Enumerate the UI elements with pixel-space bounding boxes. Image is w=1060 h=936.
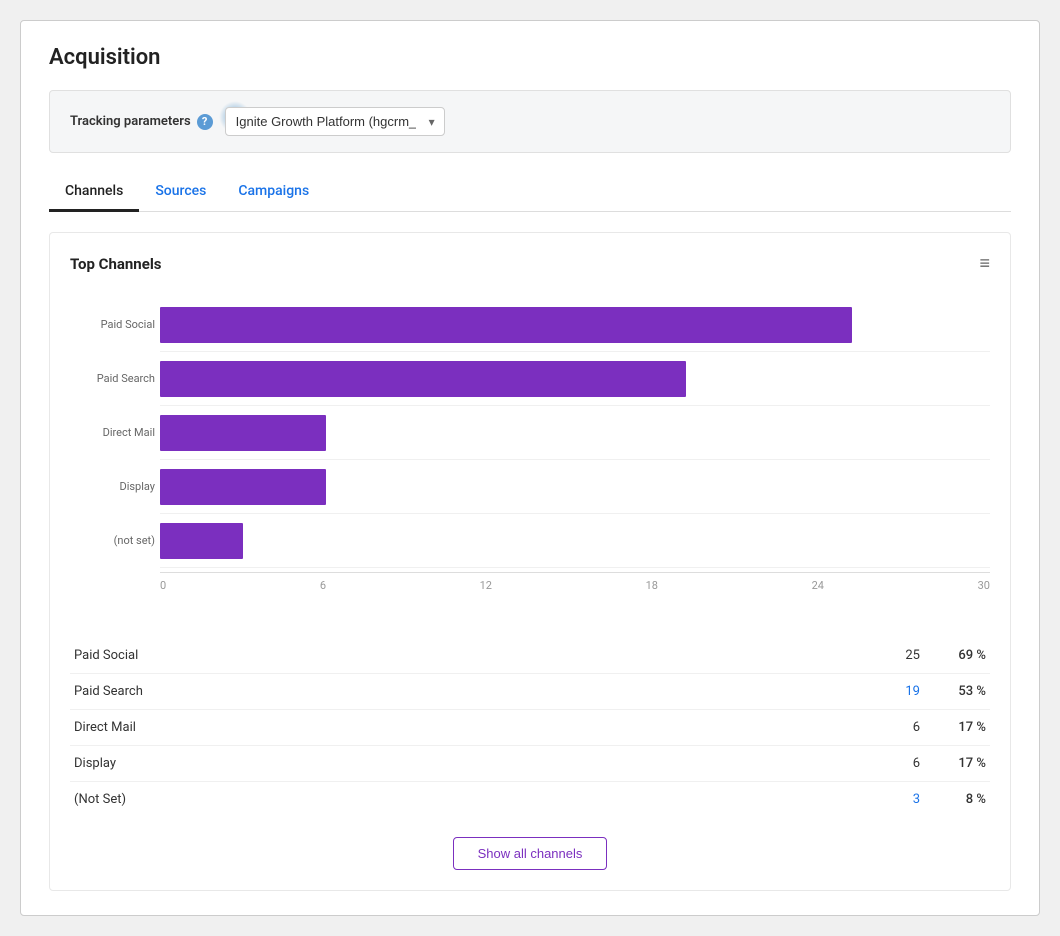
row-pct: 17 % — [936, 720, 986, 735]
row-pct: 17 % — [936, 756, 986, 771]
row-name: (Not Set) — [74, 792, 860, 807]
x-axis-label: 24 — [812, 579, 824, 592]
bar-fill — [160, 469, 326, 505]
bar-row: Paid Social — [160, 298, 990, 352]
x-axis-label: 0 — [160, 579, 166, 592]
dropdown-wrapper: Ignite Growth Platform (hgcrm_) — [225, 107, 445, 136]
bar-fill — [160, 523, 243, 559]
bar-row: Paid Search — [160, 352, 990, 406]
data-table: Paid Social 25 69 % Paid Search 19 53 % … — [70, 638, 990, 817]
chart-title: Top Channels — [70, 255, 162, 273]
bar-track — [160, 307, 990, 343]
bar-label: Display — [70, 480, 155, 493]
x-axis-label: 18 — [646, 579, 658, 592]
bar-fill — [160, 415, 326, 451]
bar-fill — [160, 307, 852, 343]
tracking-label-text: Tracking parameters — [70, 114, 191, 129]
table-row: Display 6 17 % — [70, 746, 990, 782]
tabs-bar: Channels Sources Campaigns — [49, 173, 1011, 212]
page-title: Acquisition — [49, 45, 1011, 70]
bar-chart: Paid Social Paid Search Direct Mail Disp… — [70, 298, 990, 622]
x-axis-label: 12 — [480, 579, 492, 592]
tracking-label: Tracking parameters ? — [70, 114, 213, 130]
bar-label: (not set) — [70, 534, 155, 547]
chart-header: Top Channels ≡ — [70, 253, 990, 274]
x-axis-label: 6 — [320, 579, 326, 592]
row-pct: 53 % — [936, 684, 986, 699]
bar-label: Paid Social — [70, 318, 155, 331]
row-name: Paid Social — [74, 648, 860, 663]
bar-fill — [160, 361, 686, 397]
tracking-dropdown[interactable]: Ignite Growth Platform (hgcrm_) — [225, 107, 445, 136]
bar-track — [160, 415, 990, 451]
tab-channels[interactable]: Channels — [49, 173, 139, 212]
bar-label: Direct Mail — [70, 426, 155, 439]
bar-track — [160, 361, 990, 397]
table-row: Paid Social 25 69 % — [70, 638, 990, 674]
x-axis: 0 6 12 18 24 30 — [160, 572, 990, 592]
row-count: 25 — [860, 648, 920, 663]
bar-track — [160, 523, 990, 559]
table-row: Paid Search 19 53 % — [70, 674, 990, 710]
bar-row: Display — [160, 460, 990, 514]
row-name: Direct Mail — [74, 720, 860, 735]
table-row: (Not Set) 3 8 % — [70, 782, 990, 817]
chart-section: Top Channels ≡ Paid Social Paid Search D… — [49, 232, 1011, 891]
bar-row: Direct Mail — [160, 406, 990, 460]
row-count: 3 — [860, 792, 920, 807]
show-all-button[interactable]: Show all channels — [453, 837, 608, 870]
table-row: Direct Mail 6 17 % — [70, 710, 990, 746]
row-count: 19 — [860, 684, 920, 699]
row-count: 6 — [860, 720, 920, 735]
menu-icon[interactable]: ≡ — [979, 253, 990, 274]
bar-label: Paid Search — [70, 372, 155, 385]
bar-row: (not set) — [160, 514, 990, 568]
help-icon[interactable]: ? — [197, 114, 213, 130]
row-count: 6 — [860, 756, 920, 771]
row-pct: 8 % — [936, 792, 986, 807]
page-container: Acquisition Tracking parameters ? Ignite… — [20, 20, 1040, 916]
row-pct: 69 % — [936, 648, 986, 663]
row-name: Display — [74, 756, 860, 771]
row-name: Paid Search — [74, 684, 860, 699]
tab-campaigns[interactable]: Campaigns — [222, 173, 325, 212]
tracking-section: Tracking parameters ? Ignite Growth Plat… — [49, 90, 1011, 153]
bar-track — [160, 469, 990, 505]
tab-sources[interactable]: Sources — [139, 173, 222, 212]
x-axis-label: 30 — [978, 579, 990, 592]
